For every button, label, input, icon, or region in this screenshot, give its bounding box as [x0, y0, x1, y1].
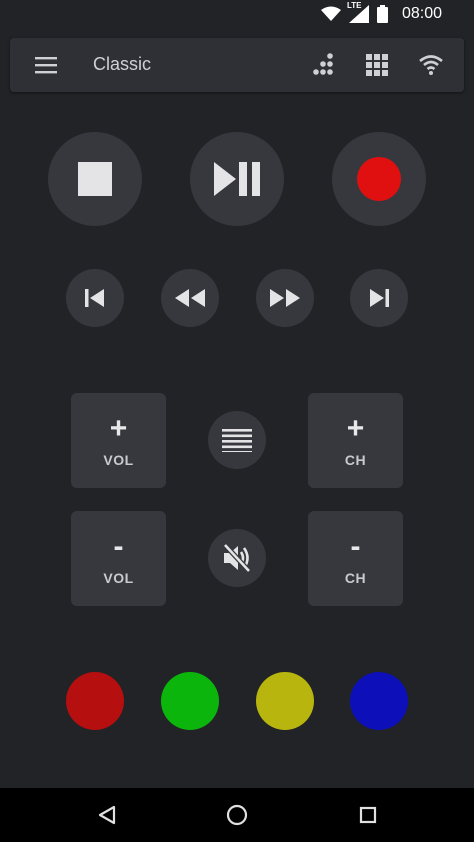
remote-layout-title: Classic — [93, 54, 152, 74]
battery-icon — [376, 5, 388, 23]
record-icon — [357, 157, 401, 201]
menu-lines-icon — [222, 429, 252, 452]
wifi-icon — [320, 6, 341, 21]
volume-up-button[interactable]: + VOL — [71, 393, 166, 488]
recents-button[interactable] — [355, 802, 381, 828]
channel-down-label: CH — [344, 569, 367, 586]
clock: 08:00 — [401, 5, 442, 22]
volume-up-label: VOL — [103, 451, 134, 468]
skip-next-icon — [370, 289, 389, 307]
volume-down-label: VOL — [103, 569, 134, 586]
fast-forward-button[interactable] — [256, 269, 314, 327]
channel-up-button[interactable]: + CH — [308, 393, 403, 488]
mute-button[interactable] — [208, 529, 266, 587]
wifi-icon[interactable] — [418, 52, 444, 78]
status-bar: LTE 08:00 — [0, 0, 474, 28]
play-pause-icon — [214, 162, 260, 196]
yellow-color-button[interactable] — [256, 672, 314, 730]
stop-button[interactable] — [48, 132, 142, 226]
home-icon — [226, 804, 248, 826]
recents-icon — [359, 806, 377, 824]
play-pause-button[interactable] — [190, 132, 284, 226]
skip-previous-button[interactable] — [66, 269, 124, 327]
skip-previous-icon — [85, 289, 104, 307]
volume-up-symbol: + — [109, 411, 128, 445]
channel-up-label: CH — [344, 451, 367, 468]
network-type-label: LTE — [346, 1, 362, 10]
menu-lines-button[interactable] — [208, 411, 266, 469]
channel-down-button[interactable]: - CH — [308, 511, 403, 606]
rewind-icon — [175, 289, 205, 307]
mute-icon — [223, 543, 251, 573]
grid-icon[interactable] — [364, 52, 390, 78]
menu-icon[interactable] — [34, 55, 58, 75]
navigation-bar — [0, 788, 474, 842]
home-button[interactable] — [224, 802, 250, 828]
skip-next-button[interactable] — [350, 269, 408, 327]
toolbar: Classic — [10, 38, 464, 92]
volume-down-button[interactable]: - VOL — [71, 511, 166, 606]
blue-color-button[interactable] — [350, 672, 408, 730]
back-button[interactable] — [94, 802, 120, 828]
back-icon — [98, 805, 116, 825]
fast-forward-icon — [270, 289, 300, 307]
stop-icon — [78, 162, 112, 196]
red-color-button[interactable] — [66, 672, 124, 730]
channel-up-symbol: + — [346, 411, 365, 445]
volume-down-symbol: - — [113, 529, 124, 563]
record-button[interactable] — [332, 132, 426, 226]
numpad-dots-icon[interactable] — [310, 52, 336, 78]
signal-icon: LTE — [347, 1, 369, 23]
green-color-button[interactable] — [161, 672, 219, 730]
rewind-button[interactable] — [161, 269, 219, 327]
channel-down-symbol: - — [350, 529, 361, 563]
